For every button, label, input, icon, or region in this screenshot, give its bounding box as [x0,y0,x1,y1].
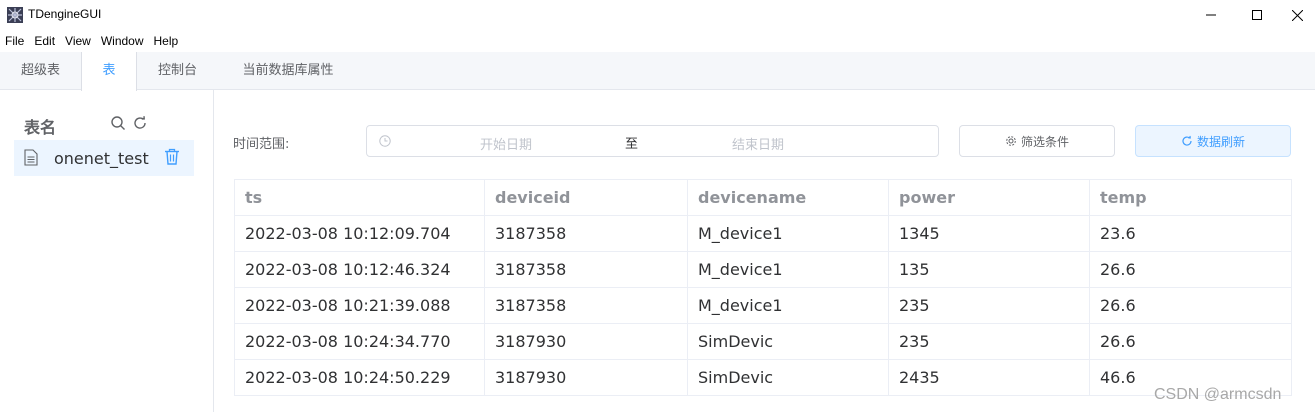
clock-icon [379,135,391,147]
menu-bar: File Edit View Window Help [0,31,183,51]
menu-edit[interactable]: Edit [29,31,60,51]
tab-db-properties[interactable]: 当前数据库属性 [218,52,358,90]
table-cell: 135 [888,251,1090,288]
title-bar: TDengineGUI [0,0,1315,30]
table-cell: 3187358 [484,287,688,324]
date-range-picker[interactable]: 开始日期 至 结束日期 [366,125,939,157]
trash-icon[interactable] [164,148,180,165]
tdengine-logo-icon [7,7,23,23]
file-icon [24,149,38,166]
column-header[interactable]: deviceid [484,179,688,216]
table-cell: 235 [888,287,1090,324]
table-cell: 26.6 [1089,287,1292,324]
table-cell: 3187358 [484,215,688,252]
column-header[interactable]: devicename [687,179,889,216]
table-cell: 26.6 [1089,323,1292,360]
table-row[interactable]: 2022-03-08 10:12:09.704 3187358 M_device… [234,215,1292,252]
table-cell: 2022-03-08 10:12:46.324 [234,251,485,288]
menu-help[interactable]: Help [149,31,184,51]
refresh-icon [1182,135,1192,146]
date-separator: 至 [625,137,639,152]
table-cell: SimDevic [687,359,889,396]
tab-bar: 超级表 表 控制台 当前数据库属性 [0,52,1315,91]
menu-window[interactable]: Window [96,31,149,51]
table-cell: SimDevic [687,323,889,360]
minimize-icon [1206,14,1216,16]
table-row[interactable]: 2022-03-08 10:24:50.229 3187930 SimDevic… [234,359,1292,396]
sidebar-item-onenet-test[interactable]: onenet_test [14,140,194,176]
gear-icon [1006,136,1016,146]
table-cell: M_device1 [687,287,889,324]
column-header[interactable]: ts [234,179,485,216]
table-row[interactable]: 2022-03-08 10:24:34.770 3187930 SimDevic… [234,323,1292,360]
end-date-input[interactable]: 结束日期 [732,134,784,153]
refresh-icon[interactable] [132,115,148,131]
table-cell: 1345 [888,215,1090,252]
tab-tables[interactable]: 表 [81,52,137,91]
table-cell: 3187930 [484,323,688,360]
table-cell: 23.6 [1089,215,1292,252]
table-row[interactable]: 2022-03-08 10:12:46.324 3187358 M_device… [234,251,1292,288]
table-cell: 3187358 [484,251,688,288]
tab-console[interactable]: 控制台 [137,52,218,90]
start-date-input[interactable]: 开始日期 [480,134,532,153]
sidebar: 表名 onenet_test [0,90,214,412]
close-button[interactable] [1280,0,1315,30]
table-row[interactable]: 2022-03-08 10:21:39.088 3187358 M_device… [234,287,1292,324]
filter-button-label: 筛选条件 [1020,134,1069,149]
search-icon[interactable] [110,115,126,131]
menu-view[interactable]: View [60,31,96,51]
watermark: CSDN @armcsdn [1154,386,1282,403]
tab-supertables[interactable]: 超级表 [0,52,81,90]
table-cell: 2022-03-08 10:24:34.770 [234,323,485,360]
table-cell: 26.6 [1089,251,1292,288]
refresh-data-button[interactable]: 数据刷新 [1135,125,1291,157]
table-cell: 2435 [888,359,1090,396]
sidebar-item-label: onenet_test [54,149,149,168]
minimize-button[interactable] [1188,0,1234,30]
table-cell: 235 [888,323,1090,360]
table-cell: 2022-03-08 10:21:39.088 [234,287,485,324]
maximize-button[interactable] [1234,0,1280,30]
close-icon [1292,9,1303,21]
filter-conditions-button[interactable]: 筛选条件 [959,125,1115,157]
column-header[interactable]: temp [1089,179,1292,216]
window-title: TDengineGUI [28,7,102,21]
time-range-label: 时间范围: [233,137,290,152]
table-header-row: ts deviceid devicename power temp [234,179,1292,216]
table-cell: M_device1 [687,215,889,252]
maximize-icon [1252,10,1262,20]
menu-file[interactable]: File [0,31,29,51]
table-cell: 3187930 [484,359,688,396]
data-table: ts deviceid devicename power temp 2022-0… [234,179,1292,396]
table-cell: 2022-03-08 10:12:09.704 [234,215,485,252]
column-header[interactable]: power [888,179,1090,216]
table-cell: M_device1 [687,251,889,288]
refresh-button-label: 数据刷新 [1196,134,1245,149]
table-cell: 2022-03-08 10:24:50.229 [234,359,485,396]
sidebar-title: 表名 [24,118,57,137]
